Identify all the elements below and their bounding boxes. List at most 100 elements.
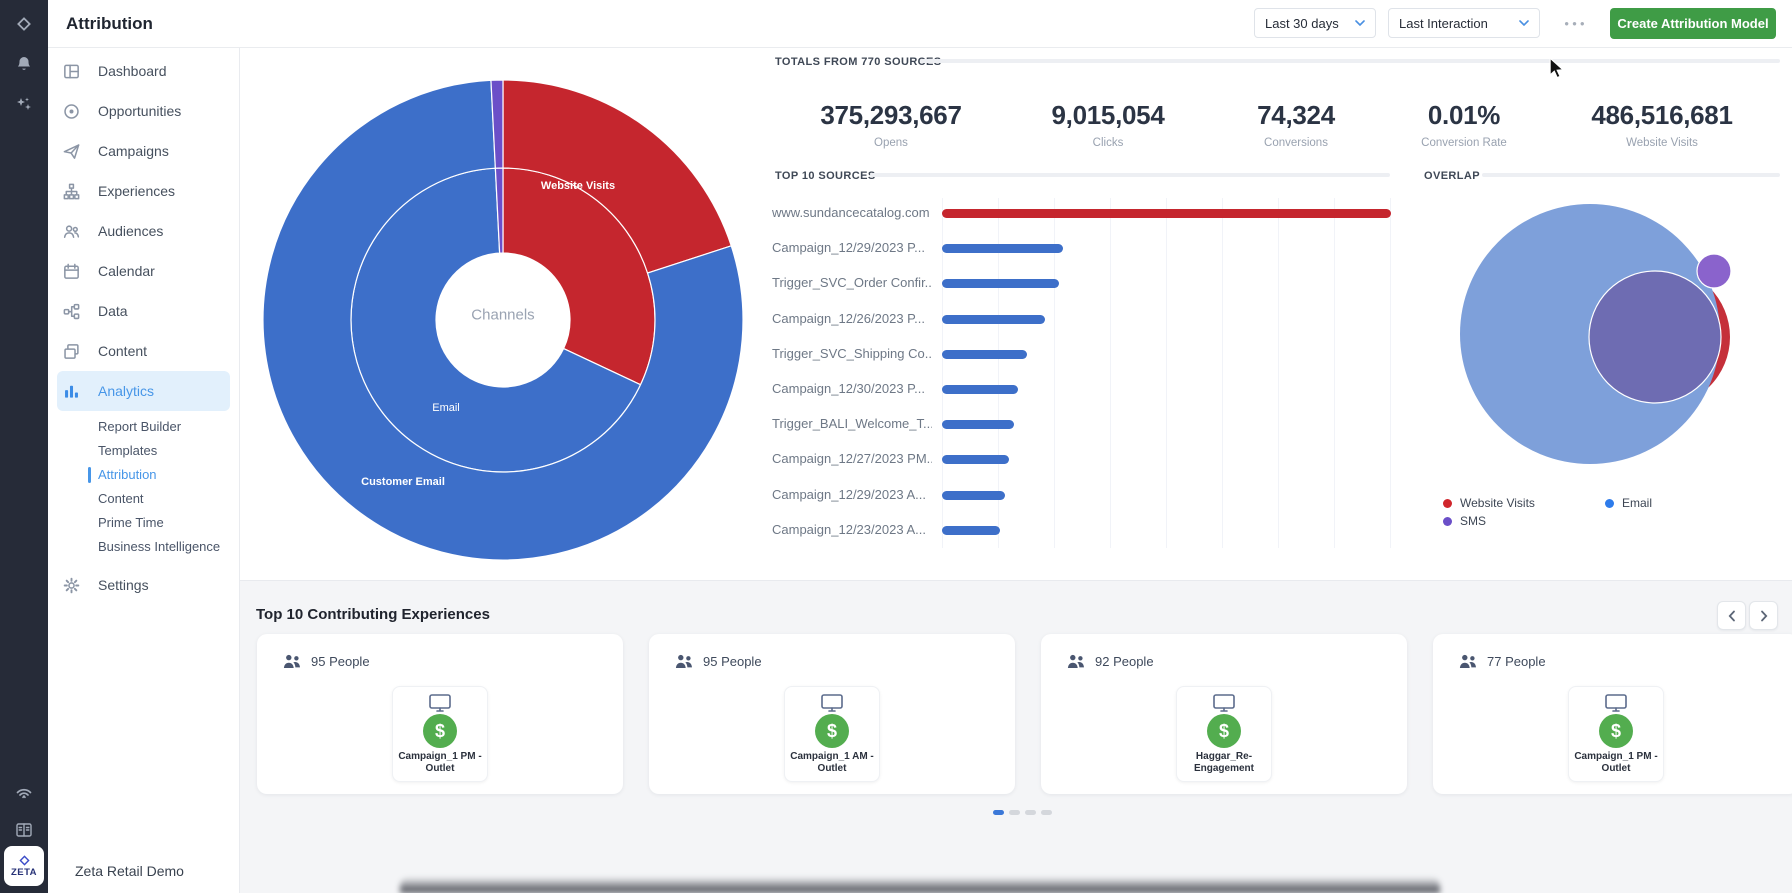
sidebar-item-experiences[interactable]: Experiences: [48, 171, 239, 211]
knowledge-base-icon[interactable]: [14, 820, 34, 840]
sidebar-item-dashboard[interactable]: Dashboard: [48, 51, 239, 91]
pagination-dot-4[interactable]: [1041, 810, 1052, 815]
experience-card-4[interactable]: 77 People$Campaign_1 PM - Outlet: [1433, 634, 1792, 794]
source-label: Campaign_12/29/2023 P...: [772, 240, 932, 255]
sparkles-icon[interactable]: [14, 94, 34, 114]
experience-node[interactable]: $Campaign_1 AM - Outlet: [784, 686, 880, 782]
sidebar-subitem-prime-time[interactable]: Prime Time: [48, 511, 239, 535]
experience-card-1[interactable]: 95 People $ Campaign_1 PM - Outlet: [257, 634, 623, 794]
experience-card-3[interactable]: 92 People $Haggar_Re-Engagement: [1041, 634, 1407, 794]
legend-item-sms: SMS: [1443, 513, 1486, 529]
date-range-value: Last 30 days: [1265, 16, 1339, 31]
experience-card-header: 95 People: [675, 654, 762, 669]
experience-node[interactable]: $Haggar_Re-Engagement: [1176, 686, 1272, 782]
source-label: Campaign_12/23/2023 A...: [772, 522, 932, 537]
audiences-icon: [62, 222, 81, 241]
experience-card-header: 92 People: [1067, 654, 1154, 669]
sidebar-item-analytics[interactable]: Analytics: [57, 371, 230, 411]
sidebar-item-campaigns[interactable]: Campaigns: [48, 131, 239, 171]
analytics-icon: [62, 382, 81, 401]
source-bar: [942, 350, 1027, 359]
bottom-overlay-shadow: [400, 877, 1440, 893]
carousel-pagination: [993, 810, 1052, 815]
create-attribution-model-button[interactable]: Create Attribution Model: [1610, 8, 1776, 39]
legend-label: SMS: [1460, 514, 1486, 528]
sidebar-item-label: Content: [98, 343, 147, 359]
monitor-icon: [429, 694, 451, 712]
source-row-www-sundancecatalog-com: www.sundancecatalog.com: [772, 198, 1412, 230]
date-range-select[interactable]: Last 30 days: [1254, 8, 1376, 38]
sidebar-item-settings[interactable]: Settings: [48, 565, 239, 605]
conversion-dollar-icon: $: [815, 714, 849, 748]
experience-name: Campaign_1 PM - Outlet: [393, 751, 487, 775]
source-bar: [942, 279, 1059, 288]
sidebar-subitem-templates[interactable]: Templates: [48, 439, 239, 463]
carousel-prev-button[interactable]: [1717, 601, 1746, 630]
campaigns-icon: [62, 142, 81, 161]
source-row-campaign-12-29-2023-a: Campaign_12/29/2023 A...: [772, 480, 1412, 512]
carousel-next-button[interactable]: [1749, 601, 1778, 630]
sidebar-item-label: Campaigns: [98, 143, 169, 159]
sidebar-item-content[interactable]: Content: [48, 331, 239, 371]
pagination-dot-2[interactable]: [1009, 810, 1020, 815]
sidebar-item-audiences[interactable]: Audiences: [48, 211, 239, 251]
source-label: Campaign_12/26/2023 P...: [772, 311, 932, 326]
pagination-dot-3[interactable]: [1025, 810, 1036, 815]
people-count: 95 People: [703, 654, 762, 669]
page-title: Attribution: [66, 0, 153, 47]
zeta-logo-diamond-icon: [18, 854, 31, 867]
sidebar-item-opportunities[interactable]: Opportunities: [48, 91, 239, 131]
source-bar: [942, 491, 1005, 500]
experience-node[interactable]: $ Campaign_1 PM - Outlet: [392, 686, 488, 782]
zeta-workspace-logo[interactable]: ZETA: [4, 846, 44, 886]
sidebar-subitem-report-builder[interactable]: Report Builder: [48, 415, 239, 439]
sidebar-subitem-content[interactable]: Content: [48, 487, 239, 511]
people-count: 92 People: [1095, 654, 1154, 669]
stat-label: Opens: [776, 137, 1006, 149]
chevron-down-icon: [1519, 20, 1529, 26]
attribution-model-value: Last Interaction: [1399, 16, 1488, 31]
source-label: Campaign_12/27/2023 PM...: [772, 451, 932, 466]
calendar-icon: [62, 262, 81, 281]
attribution-page: ZETA Attribution Last 30 days Last Inter…: [0, 0, 1792, 893]
legend-item-website-visits: Website Visits: [1443, 495, 1535, 511]
zeta-logo-text: ZETA: [11, 868, 37, 878]
people-icon: [1067, 654, 1086, 669]
source-bar: [942, 526, 1000, 535]
signal-icon[interactable]: [14, 780, 34, 800]
pagination-dot-1[interactable]: [993, 810, 1004, 815]
sidebar-subitem-business-intelligence[interactable]: Business Intelligence: [48, 535, 239, 559]
sidebar-subitem-attribution[interactable]: Attribution: [48, 463, 239, 487]
stat-label: Conversion Rate: [1349, 137, 1579, 149]
overlap-section-title: OVERLAP: [1424, 170, 1480, 182]
content-icon: [62, 342, 81, 361]
sidebar-item-data[interactable]: Data: [48, 291, 239, 331]
experience-card-2[interactable]: 95 People $Campaign_1 AM - Outlet: [649, 634, 1015, 794]
experiences-icon: [62, 182, 81, 201]
settings-icon: [62, 576, 81, 595]
source-bar: [942, 315, 1045, 324]
sidebar-item-calendar[interactable]: Calendar: [48, 251, 239, 291]
experiences-section-title: Top 10 Contributing Experiences: [256, 606, 490, 623]
people-count: 95 People: [311, 654, 370, 669]
sidebar: DashboardOpportunities Campaigns Experienc…: [48, 48, 240, 893]
stat-label: Website Visits: [1547, 137, 1777, 149]
overlap-venn-chart: [1450, 192, 1792, 492]
experience-node[interactable]: $Campaign_1 PM - Outlet: [1568, 686, 1664, 782]
mouse-cursor: [1548, 57, 1565, 79]
zeta-diamond-icon[interactable]: [14, 14, 34, 34]
source-label: Campaign_12/30/2023 P...: [772, 381, 932, 396]
opportunities-icon: [62, 102, 81, 121]
sidebar-item-label: Experiences: [98, 183, 175, 199]
notifications-bell-icon[interactable]: [14, 54, 34, 74]
attribution-model-select[interactable]: Last Interaction: [1388, 8, 1540, 38]
workspace-name: Zeta Retail Demo: [75, 863, 184, 879]
people-icon: [283, 654, 302, 669]
conversion-dollar-icon: $: [423, 714, 457, 748]
stat-value: 0.01%: [1349, 100, 1579, 131]
legend-dot: [1443, 517, 1452, 526]
source-bar: [942, 420, 1014, 429]
source-row-campaign-12-29-2023-p: Campaign_12/29/2023 P...: [772, 233, 1412, 265]
monitor-icon: [1213, 694, 1235, 712]
more-options-button[interactable]: ●●●: [1556, 8, 1596, 38]
